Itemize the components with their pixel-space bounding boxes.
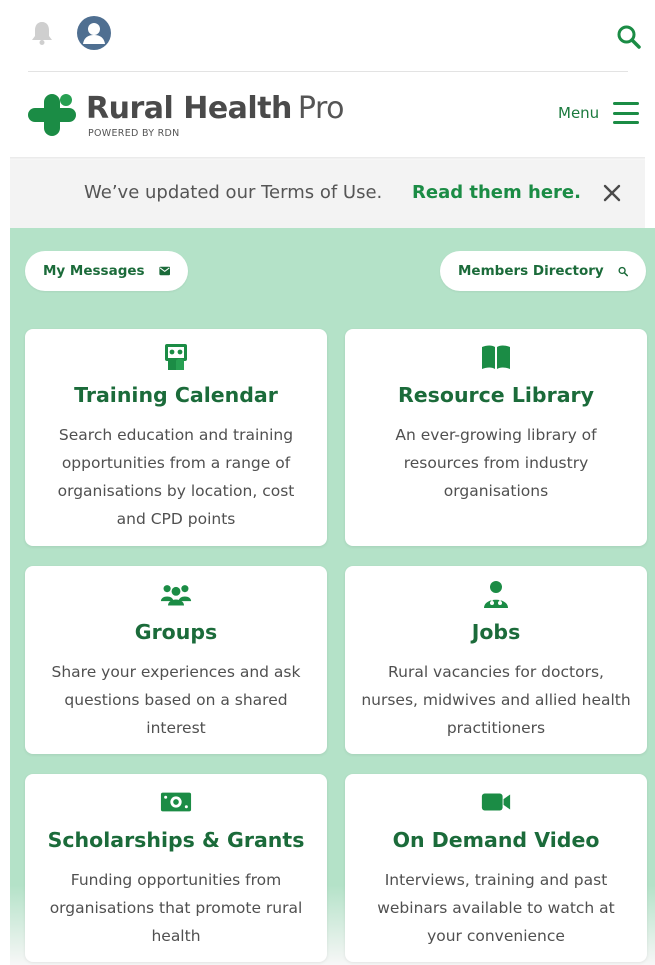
user-avatar-icon[interactable]	[77, 16, 111, 50]
search-icon[interactable]	[616, 24, 642, 50]
jobs-card[interactable]: Jobs Rural vacancies for doctors, nurses…	[345, 566, 647, 754]
members-directory-button[interactable]: Members Directory	[440, 251, 646, 291]
users-group-icon	[160, 585, 192, 606]
bell-icon[interactable]	[30, 20, 54, 46]
members-directory-label: Members Directory	[458, 263, 604, 279]
on-demand-video-card[interactable]: On Demand Video Interviews, training and…	[345, 774, 647, 962]
card-title: Resource Library	[397, 383, 595, 407]
money-bill-icon	[160, 792, 192, 812]
card-title: Scholarships & Grants	[47, 828, 305, 852]
brand-name: Rural Health Pro	[86, 91, 345, 126]
menu-label: Menu	[558, 104, 600, 122]
terms-notice-banner: We’ve updated our Terms of Use. Read the…	[10, 160, 645, 228]
cross-logo-icon	[28, 94, 76, 136]
card-title: Training Calendar	[74, 383, 278, 407]
scholarships-grants-card[interactable]: Scholarships & Grants Funding opportunit…	[25, 774, 327, 962]
brand-logo[interactable]: Rural Health Pro POWERED BY RDN	[26, 88, 356, 144]
close-icon[interactable]	[602, 183, 622, 203]
brand-name-light: Pro	[297, 91, 345, 126]
card-title: Groups	[134, 620, 218, 644]
doctor-icon	[484, 581, 508, 608]
card-title: Jobs	[471, 620, 521, 644]
top-bar	[0, 0, 655, 72]
brand-name-bold: Rural Health	[86, 91, 292, 126]
training-calendar-card[interactable]: Training Calendar Search education and t…	[25, 329, 327, 546]
card-title: On Demand Video	[392, 828, 600, 852]
hamburger-icon	[613, 102, 640, 124]
read-terms-link[interactable]: Read them here.	[412, 182, 581, 203]
top-divider	[28, 71, 628, 72]
my-messages-label: My Messages	[43, 263, 145, 279]
card-description: Rural vacancies for doctors, nurses, mid…	[361, 663, 631, 737]
card-description: Funding opportunities from organisations…	[49, 871, 303, 945]
groups-card[interactable]: Groups Share your experiences and ask qu…	[25, 566, 327, 754]
search-icon	[618, 266, 628, 276]
brand-tagline: POWERED BY RDN	[88, 128, 180, 139]
open-book-icon	[482, 345, 510, 369]
training-board-icon	[165, 344, 187, 370]
notice-text: We’ve updated our Terms of Use.	[84, 182, 383, 203]
card-description: An ever-growing library of resources fro…	[395, 426, 597, 500]
envelope-icon	[158, 266, 170, 276]
card-description: Interviews, training and past webinars a…	[377, 871, 615, 945]
resource-library-card[interactable]: Resource Library An ever-growing library…	[345, 329, 647, 546]
my-messages-button[interactable]: My Messages	[25, 251, 188, 291]
menu-button[interactable]: Menu	[558, 102, 640, 124]
card-description: Share your experiences and ask questions…	[51, 663, 301, 737]
video-camera-icon	[481, 793, 511, 811]
card-description: Search education and training opportunit…	[57, 426, 295, 528]
